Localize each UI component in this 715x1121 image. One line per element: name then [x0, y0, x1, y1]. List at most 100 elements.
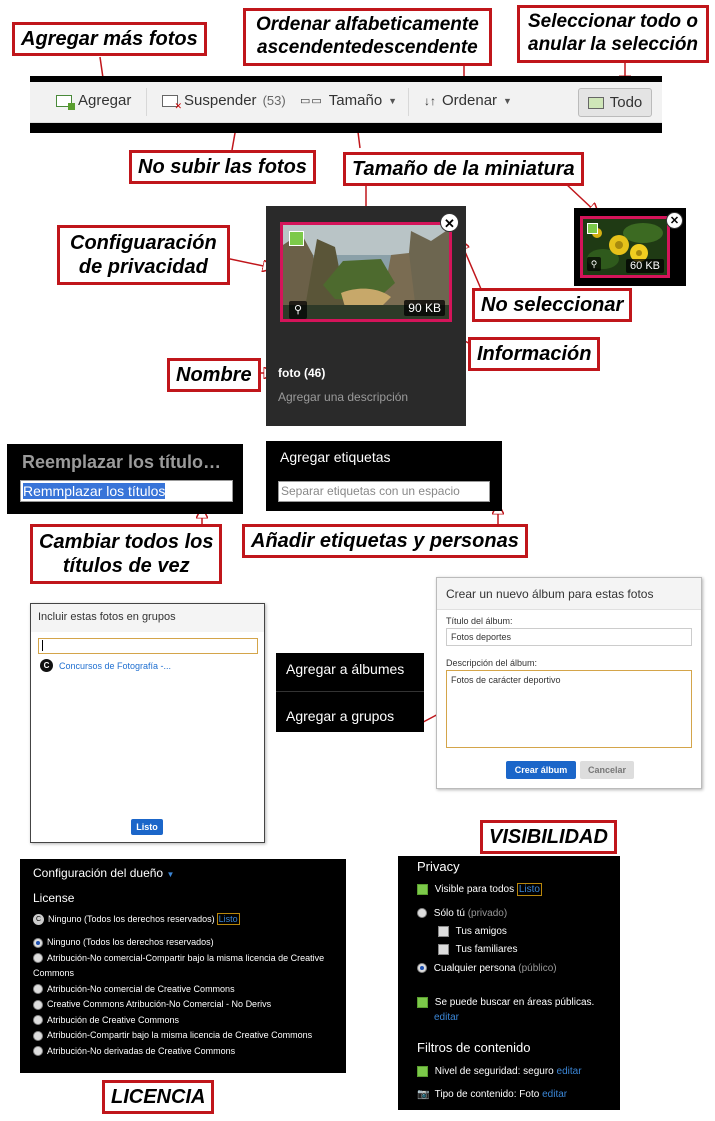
size-dropdown[interactable]: ▭▭ Tamaño ▼ [300, 92, 397, 109]
callout-change-titles-line2: títulos de vez [62, 555, 190, 577]
callout-privacy-line2: de privacidad [78, 256, 208, 278]
only-you-option[interactable]: Sólo tú (privado) [417, 908, 507, 919]
license-option-label: Creative Commons Atribución-No Comercial… [47, 999, 272, 1009]
license-option-label: Atribución de Creative Commons [47, 1014, 180, 1025]
album-title-label: Título del álbum: [446, 616, 513, 626]
radio-selected [33, 937, 43, 948]
photo-thumbnail[interactable]: ⚲ 90 KB [280, 222, 452, 322]
add-button[interactable]: Agregar [56, 92, 132, 110]
callout-change-titles-line1: Cambiar todos los [39, 531, 214, 553]
add-to-menu: Agregar a álbumes Agregar a grupos [276, 653, 424, 732]
sort-label: Ordenar [442, 92, 498, 109]
callout-license: LICENCIA [102, 1080, 215, 1114]
visible-all-label: Visible para todos [434, 884, 515, 896]
upload-toolbar: Agregar Suspender (53) ▭▭ Tamaño ▼ ↓↑ Or… [30, 76, 662, 133]
create-album-dialog: Crear un nuevo álbum para estas fotos Tí… [436, 577, 702, 789]
license-option-label: Atribución-No comercial de Creative Comm… [47, 983, 235, 994]
size-label: Tamaño [328, 92, 383, 109]
safety-label: Nivel de seguridad: seguro [434, 1066, 554, 1078]
suspend-button[interactable]: Suspender (53) [162, 92, 286, 112]
photo-card: ⚲ 90 KB ✕ foto (46) Agregar una descripc… [266, 206, 466, 426]
current-license-label: Ninguno (Todos los derechos reservados) [48, 914, 215, 924]
license-option-label: Atribución-No comercial-Compartir bajo l… [33, 952, 325, 979]
owner-settings-dropdown[interactable]: Configuración del dueño ▼ [33, 866, 174, 880]
searchable-edit-link[interactable]: editar [434, 1012, 459, 1023]
description-field[interactable]: Agregar una descripción [278, 390, 408, 404]
photo-name[interactable]: foto (46) [278, 366, 325, 380]
license-option-label: Atribución-Compartir bajo la misma licen… [47, 1030, 313, 1040]
private-label: (privado) [467, 908, 508, 919]
group-item[interactable]: C Concursos de Fotografía -... [40, 659, 171, 672]
content-type-edit-link[interactable]: editar [542, 1089, 567, 1100]
license-option[interactable]: Atribución-No comercial de Creative Comm… [33, 982, 338, 998]
license-option[interactable]: Atribución de Creative Commons [33, 1013, 338, 1029]
friends-option[interactable]: Tus amigos [438, 926, 507, 937]
album-title-input[interactable]: Fotos deportes [446, 628, 692, 646]
callout-visibility: VISIBILIDAD [480, 820, 617, 854]
callout-deselect: No seleccionar [472, 288, 633, 322]
radio [33, 1015, 43, 1026]
album-desc-textarea[interactable]: Fotos de carácter deportivo [446, 670, 692, 748]
small-photo-card: ⚲ 60 KB ✕ [574, 208, 686, 286]
license-option[interactable]: Atribución-No comercial-Compartir bajo l… [33, 951, 338, 982]
family-option[interactable]: Tus familiares [438, 944, 517, 955]
tags-input[interactable]: Separar etiquetas con un espacio [278, 481, 490, 502]
cancel-button[interactable]: Cancelar [580, 761, 634, 779]
close-icon[interactable]: ✕ [440, 213, 459, 232]
create-album-button[interactable]: Crear álbum [506, 761, 576, 779]
callout-info: Información [468, 337, 601, 371]
groups-done-button[interactable]: Listo [131, 819, 163, 835]
content-filters-heading: Filtros de contenido [417, 1040, 531, 1055]
license-panel: Configuración del dueño ▼ License C Ning… [20, 859, 346, 1073]
add-label: Agregar [78, 92, 132, 109]
family-label: Tus familiares [455, 944, 518, 956]
searchable-row: Se puede buscar en áreas públicas. [417, 997, 617, 1008]
content-type-row: 📷 Tipo de contenido: Foto editar [417, 1089, 567, 1100]
select-checkbox[interactable] [587, 223, 598, 234]
friends-label: Tus amigos [455, 926, 507, 938]
callout-privacy-line1: Configuaración [70, 232, 217, 254]
radio [33, 999, 43, 1010]
license-option[interactable]: Creative Commons Atribución-No Comercial… [33, 997, 338, 1013]
select-all-button[interactable]: Todo [578, 88, 652, 117]
safety-row: Nivel de seguridad: seguro editar [417, 1066, 582, 1077]
replace-input-selection: Remmplazar los títulos [23, 483, 166, 499]
license-done-link[interactable]: Listo [216, 913, 240, 925]
safety-edit-link[interactable]: editar [557, 1066, 582, 1077]
copyright-icon: C [33, 913, 44, 925]
small-photo-thumbnail[interactable]: ⚲ 60 KB [580, 216, 670, 278]
chevron-down-icon: ▼ [503, 95, 512, 106]
sort-dropdown[interactable]: ↓↑ Ordenar ▼ [424, 92, 512, 109]
small-photo-size-badge: 60 KB [626, 259, 664, 273]
anyone-option[interactable]: Cualquier persona (público) [417, 963, 557, 974]
radio [33, 953, 43, 964]
zoom-icon[interactable]: ⚲ [289, 301, 307, 319]
license-option[interactable]: Ninguno (Todos los derechos reservados) [33, 935, 338, 951]
license-option[interactable]: Atribución-No derivadas de Creative Comm… [33, 1044, 338, 1060]
replace-heading: Reemplazar los título… [22, 452, 222, 472]
menu-divider [276, 691, 424, 692]
radio [417, 908, 427, 919]
zoom-icon[interactable]: ⚲ [587, 257, 601, 271]
content-type-label: Tipo de contenido: Foto [434, 1089, 540, 1100]
remove-photo-icon [162, 94, 182, 112]
add-to-albums-item[interactable]: Agregar a álbumes [286, 661, 404, 677]
radio [33, 1046, 43, 1057]
chevron-down-icon: ▼ [388, 95, 398, 106]
add-to-groups-item[interactable]: Agregar a grupos [286, 708, 394, 724]
group-item-label: Concursos de Fotografía -... [59, 660, 172, 671]
close-icon[interactable]: ✕ [666, 212, 683, 229]
license-option-label: Ninguno (Todos los derechos reservados) [47, 937, 214, 947]
privacy-done-link[interactable]: Listo [516, 883, 542, 897]
tags-heading: Agregar etiquetas [280, 449, 391, 465]
callout-change-titles: Cambiar todos los títulos de vez [30, 524, 223, 584]
groups-search-input[interactable] [38, 638, 258, 654]
checkbox [438, 926, 449, 937]
select-checkbox[interactable] [289, 231, 304, 246]
callout-sort: Ordenar alfabeticamente ascendentedescen… [243, 8, 492, 66]
license-option-label: Atribución-No derivadas de Creative Comm… [47, 1045, 236, 1056]
callout-select-all: Seleccionar todo o anular la selección [517, 5, 710, 63]
license-options: Ninguno (Todos los derechos reservados) … [33, 935, 338, 1059]
replace-titles-input[interactable]: Remmplazar los títulos [20, 480, 233, 502]
license-option[interactable]: Atribución-Compartir bajo la misma licen… [33, 1028, 338, 1044]
